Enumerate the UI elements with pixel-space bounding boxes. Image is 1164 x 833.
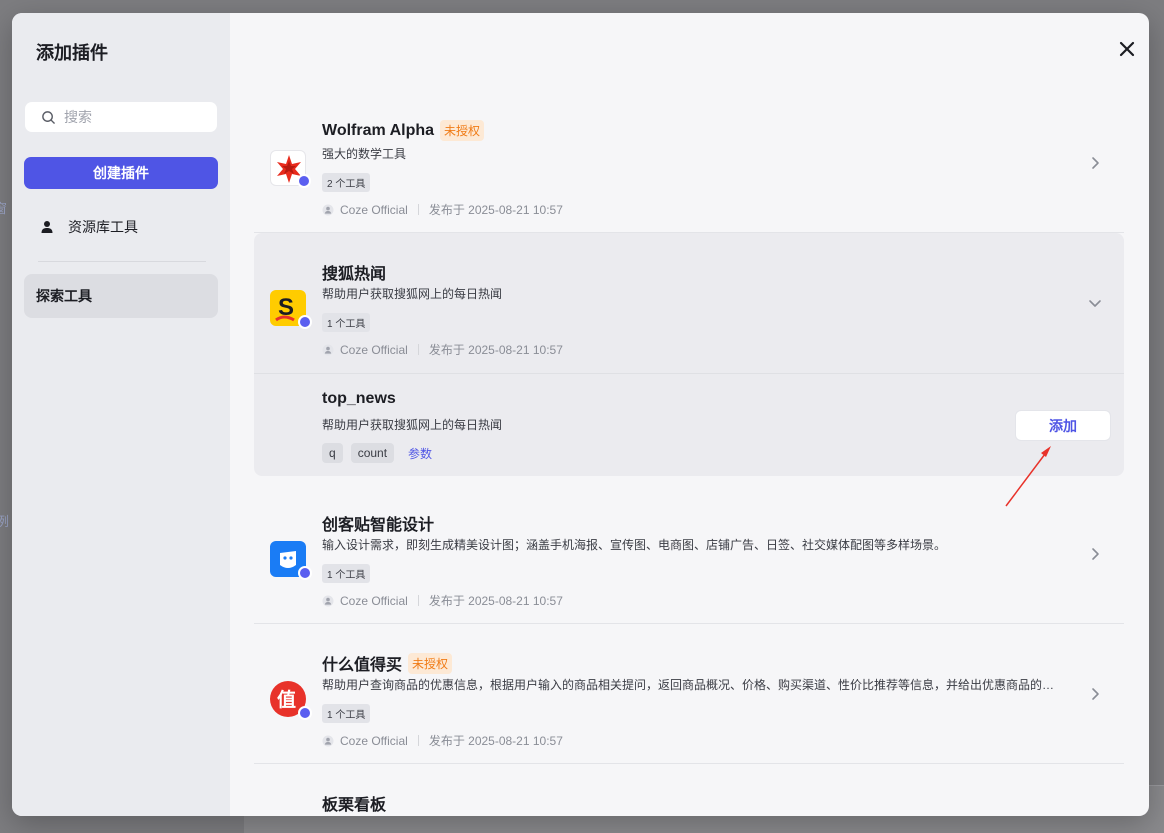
publisher-name: Coze Official xyxy=(340,593,408,608)
param-tag: q xyxy=(322,443,343,463)
add-plugin-modal: 添加插件 创建插件 资源库工具 探索工具 Wolfram Alpha 未授权 强… xyxy=(12,13,1149,816)
publisher-avatar-icon xyxy=(322,735,334,746)
close-icon[interactable] xyxy=(1118,40,1136,58)
add-tool-button[interactable]: 添加 xyxy=(1015,410,1111,441)
unauthorized-badge: 未授权 xyxy=(440,120,485,141)
plugin-badge-icon xyxy=(297,174,311,188)
chevron-down-icon[interactable] xyxy=(1088,296,1102,310)
user-icon xyxy=(41,221,53,233)
plugin-description: 输入设计需求，即刻生成精美设计图；涵盖手机海报、宣传图、电商图、店铺广告、日签、… xyxy=(322,538,947,552)
publisher-name: Coze Official xyxy=(340,733,408,748)
plugin-meta: Coze Official 发布于 2025-08-21 10:57 xyxy=(322,732,563,749)
background-hint-2: 例 xyxy=(0,514,10,529)
nav-explore-tools[interactable]: 探索工具 xyxy=(24,274,218,318)
plugin-card-banli-kanban[interactable]: 板栗看板 xyxy=(254,764,1124,816)
background-hint-1: 窗 xyxy=(0,201,8,216)
tool-row-top-news: top_news 帮助用户获取搜狐网上的每日热闻 q count 参数 添加 xyxy=(254,373,1124,476)
plugin-name: 创客贴智能设计 xyxy=(322,517,435,534)
nav-library-tools[interactable]: 资源库工具 xyxy=(24,211,218,243)
svg-text:值: 值 xyxy=(277,688,296,711)
publisher-avatar-icon xyxy=(322,595,334,606)
plugin-meta: Coze Official 发布于 2025-08-21 10:57 xyxy=(322,341,563,358)
publish-time: 发布于 2025-08-21 10:57 xyxy=(428,594,563,608)
annotation-arrow-icon xyxy=(1005,446,1051,507)
plugin-name: 板栗看板 xyxy=(322,797,387,814)
unauthorized-badge: 未授权 xyxy=(408,652,453,674)
plugin-card-smzdm[interactable]: 值 什么值得买 未授权 帮助用户查询商品的优惠信息，根据用户输入的商品相关提问，… xyxy=(254,624,1124,764)
publish-time: 发布于 2025-08-21 10:57 xyxy=(428,734,563,748)
plugin-description: 强大的数学工具 xyxy=(322,147,407,161)
publish-time: 发布于 2025-08-21 10:57 xyxy=(428,343,563,357)
tool-name: top_news xyxy=(322,390,396,407)
plugin-card-wolfram-alpha[interactable]: Wolfram Alpha 未授权 强大的数学工具 2 个工具 Coze Off… xyxy=(254,93,1124,233)
chevron-right-icon[interactable] xyxy=(1088,156,1102,170)
tool-count-badge: 2 个工具 xyxy=(322,173,371,192)
plugin-card-sohu-news[interactable]: S 搜狐热闻 帮助用户获取搜狐网上的每日热闻 1 个工具 Coze Offici… xyxy=(254,233,1124,373)
plugin-card-chuangketie[interactable]: 创客贴智能设计 输入设计需求，即刻生成精美设计图；涵盖手机海报、宣传图、电商图、… xyxy=(254,484,1124,624)
wolfram-alpha-logo xyxy=(270,150,311,188)
search-icon xyxy=(42,110,55,124)
plugin-meta: Coze Official 发布于 2025-08-21 10:57 xyxy=(322,592,563,609)
publisher-avatar-icon xyxy=(322,204,334,215)
plugin-name: 搜狐热闻 xyxy=(322,266,387,283)
tool-count-badge: 1 个工具 xyxy=(322,313,371,332)
meta-separator xyxy=(417,344,419,355)
sohu-news-logo: S xyxy=(270,290,312,329)
param-tag: count xyxy=(350,443,395,463)
params-link[interactable]: 参数 xyxy=(408,445,432,462)
plugin-name: Wolfram Alpha xyxy=(322,121,435,139)
plugin-name: 什么值得买 xyxy=(322,657,403,674)
publisher-name: Coze Official xyxy=(340,202,408,217)
meta-separator xyxy=(417,735,419,746)
sidebar: 添加插件 创建插件 资源库工具 探索工具 xyxy=(12,13,230,816)
publish-time: 发布于 2025-08-21 10:57 xyxy=(428,203,563,217)
chevron-right-icon[interactable] xyxy=(1088,547,1102,561)
search-box[interactable] xyxy=(25,102,217,132)
search-input[interactable] xyxy=(64,109,204,125)
smzdm-logo: 值 xyxy=(270,681,312,720)
tool-count-badge: 1 个工具 xyxy=(322,564,371,583)
meta-separator xyxy=(417,595,419,606)
plugin-badge-icon xyxy=(298,315,312,329)
modal-title: 添加插件 xyxy=(36,43,108,63)
plugin-description: 帮助用户查询商品的优惠信息，根据用户输入的商品相关提问，返回商品概况、价格、购买… xyxy=(322,678,1055,692)
tool-count-badge: 1 个工具 xyxy=(322,704,371,723)
tool-description: 帮助用户获取搜狐网上的每日热闻 xyxy=(322,418,503,432)
meta-separator xyxy=(417,204,419,215)
publisher-name: Coze Official xyxy=(340,342,408,357)
plugin-badge-icon xyxy=(298,706,312,720)
sidebar-divider xyxy=(38,261,206,262)
plugin-badge-icon xyxy=(298,566,312,580)
plugin-description: 帮助用户获取搜狐网上的每日热闻 xyxy=(322,287,503,301)
create-plugin-button[interactable]: 创建插件 xyxy=(24,157,218,189)
tool-params: q count 参数 xyxy=(322,443,432,463)
publisher-avatar-icon xyxy=(322,344,334,355)
nav-library-label: 资源库工具 xyxy=(68,219,138,235)
chuangketie-logo xyxy=(270,541,312,580)
plugin-meta: Coze Official 发布于 2025-08-21 10:57 xyxy=(322,201,563,218)
chevron-right-icon[interactable] xyxy=(1088,687,1102,701)
